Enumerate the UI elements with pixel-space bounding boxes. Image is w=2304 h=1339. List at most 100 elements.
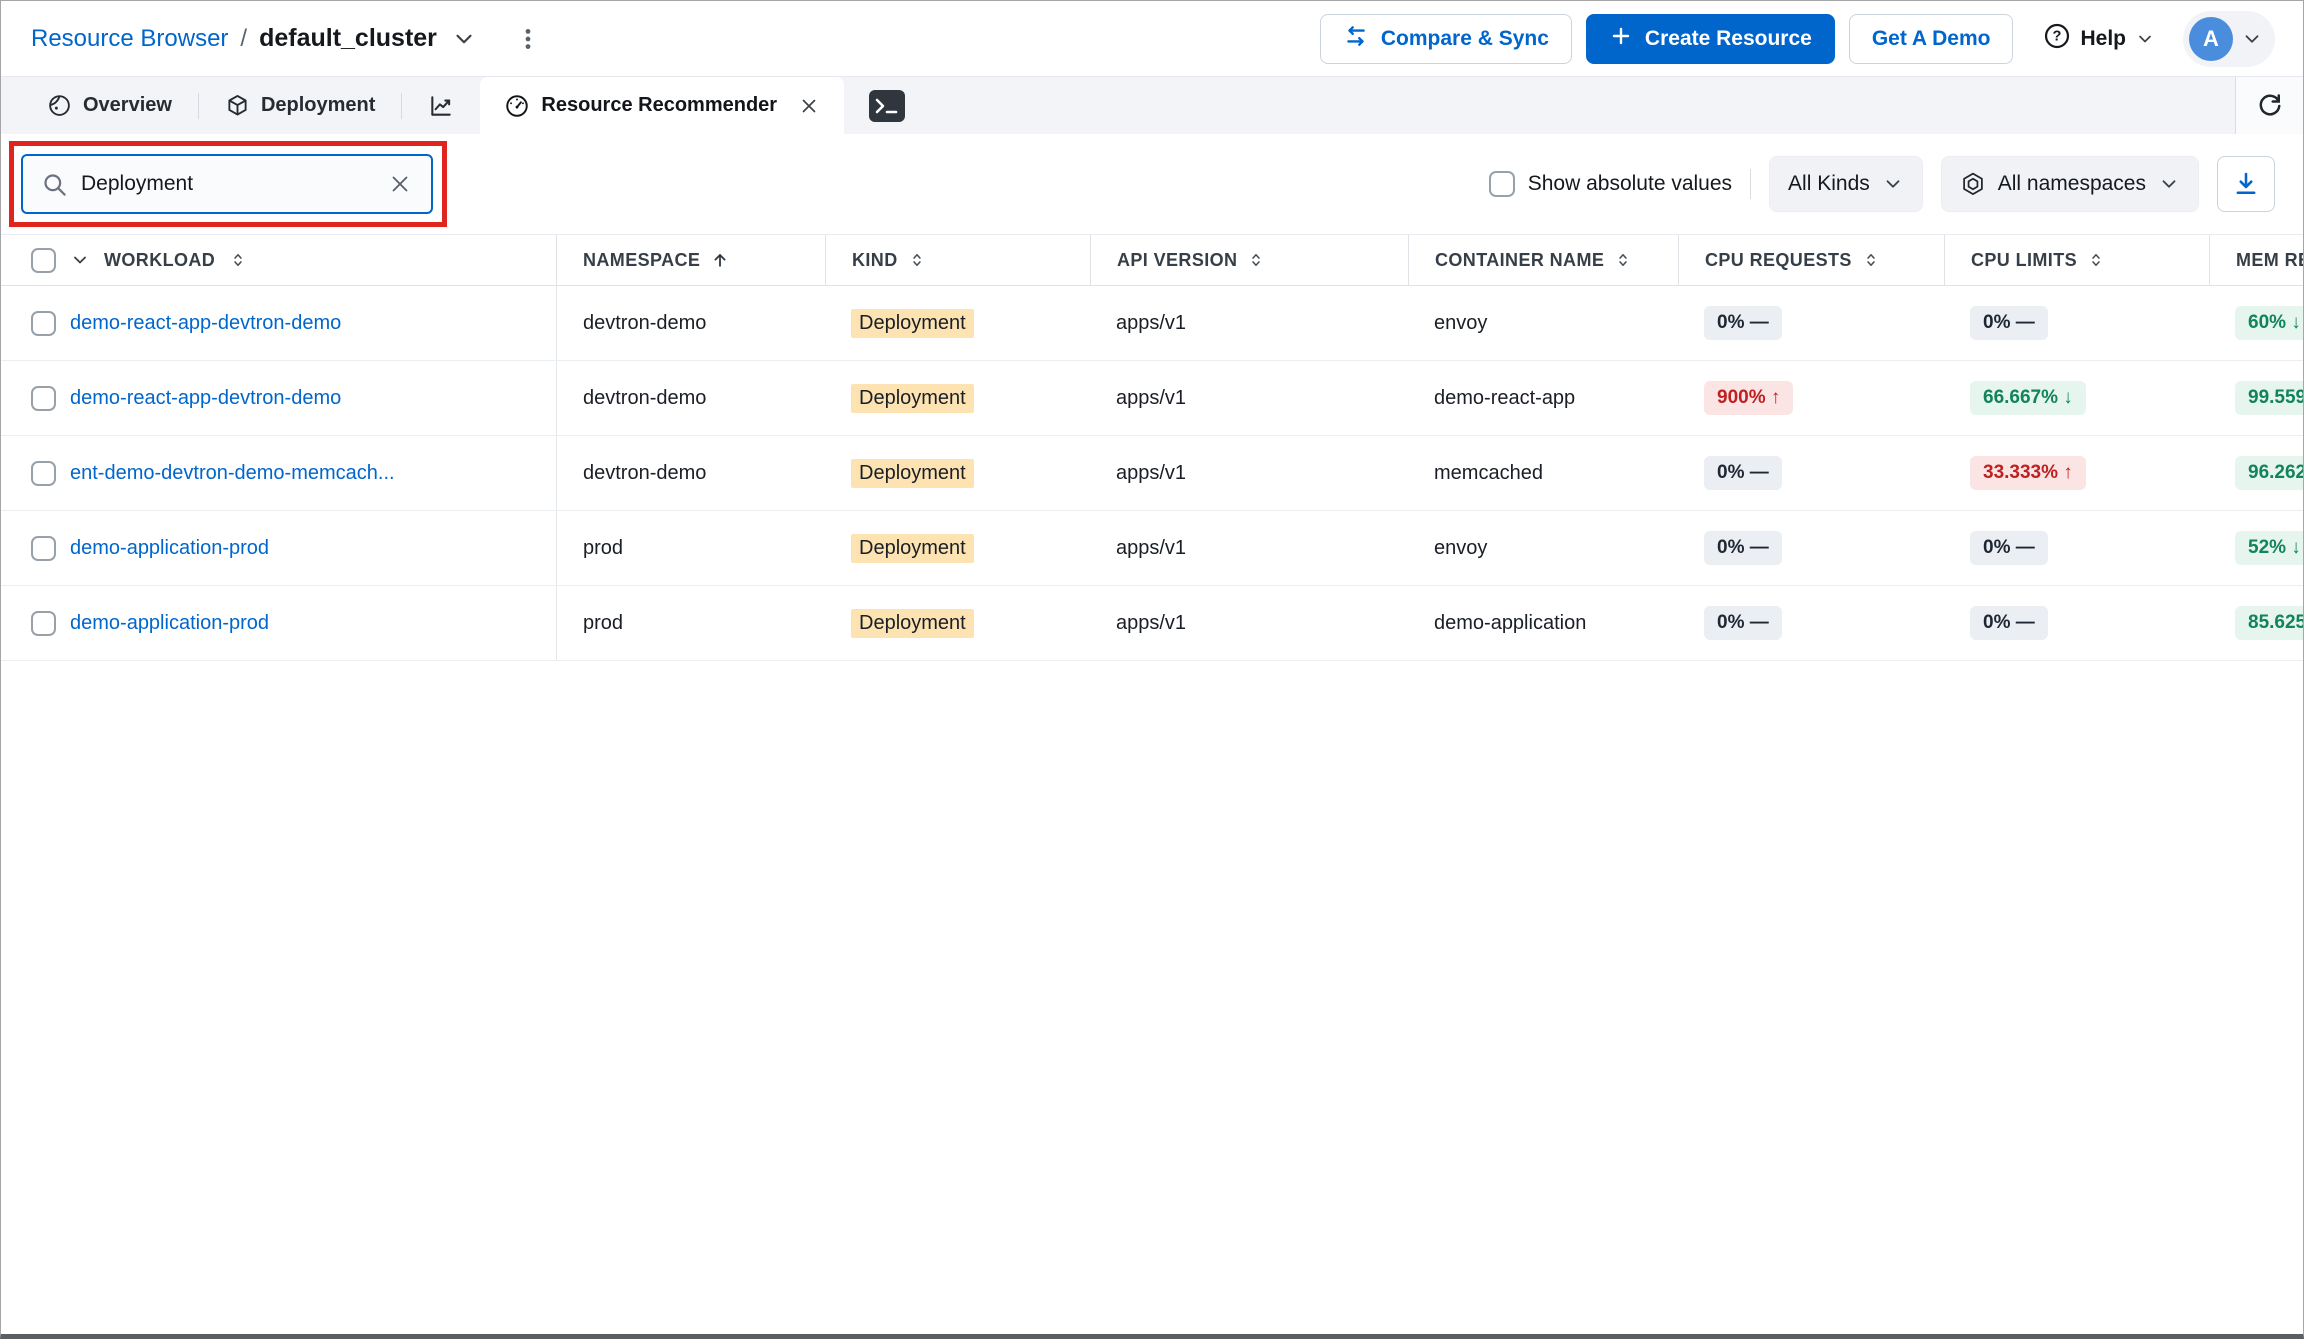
tab-deployment-label: Deployment — [260, 94, 376, 116]
container-name-value: envoy — [1434, 536, 1488, 559]
get-a-demo-button[interactable]: Get A Demo — [1848, 13, 2014, 64]
select-all-checkbox[interactable] — [31, 247, 56, 273]
column-label: CPU LIMITS — [1971, 249, 2077, 270]
column-label: API VERSION — [1117, 249, 1238, 270]
create-resource-button[interactable]: Create Resource — [1585, 13, 1835, 64]
tab-terminal[interactable] — [844, 77, 930, 134]
gauge-icon — [506, 94, 529, 117]
namespace-filter-dropdown[interactable]: All namespaces — [1940, 156, 2199, 212]
header-cell-mem-requests[interactable]: MEM REQUESTS — [2209, 235, 2303, 285]
api-version-value: apps/v1 — [1116, 311, 1187, 334]
row-checkbox[interactable] — [31, 385, 56, 411]
compare-sync-label: Compare & Sync — [1380, 26, 1549, 50]
header-cell-cpu-limits[interactable]: CPU LIMITS — [1944, 235, 2209, 285]
cluster-kebab-menu-icon[interactable] — [515, 26, 541, 52]
tab-resource-recommender-label: Resource Recommender — [541, 94, 778, 116]
cpu-limits-badge: 0% — — [1970, 606, 2048, 640]
compare-sync-button[interactable]: Compare & Sync — [1319, 13, 1572, 64]
sort-icon — [1252, 254, 1261, 266]
cpu-requests-badge: 0% — — [1704, 306, 1782, 340]
tab-deployment[interactable]: Deployment — [199, 77, 401, 134]
cube-icon — [228, 94, 247, 116]
table-row: demo-application-prod prod Deployment ap… — [1, 586, 2303, 661]
filters-toolbar: Show absolute values All Kinds All names… — [1, 134, 2303, 234]
cluster-switch-chevron-down-icon[interactable] — [451, 26, 477, 52]
cpu-requests-badge: 0% — — [1704, 606, 1782, 640]
table-row: demo-react-app-devtron-demo devtron-demo… — [1, 361, 2303, 436]
kind-filter-dropdown[interactable]: All Kinds — [1769, 156, 1923, 212]
download-csv-button[interactable] — [2217, 156, 2275, 212]
sort-icon — [234, 254, 242, 266]
help-chevron-down-icon — [2139, 35, 2151, 42]
api-version-value: apps/v1 — [1116, 536, 1187, 559]
tab-resource-recommender[interactable]: Resource Recommender — [480, 77, 845, 134]
mem-requests-badge: 85.625% — [2235, 606, 2303, 640]
table-row: demo-application-prod prod Deployment ap… — [1, 511, 2303, 586]
download-icon — [2236, 172, 2256, 195]
line-chart-icon — [431, 95, 452, 116]
header-cell-cpu-requests[interactable]: CPU REQUESTS — [1678, 235, 1944, 285]
search-box — [21, 154, 433, 214]
kind-value-highlighted: Deployment — [851, 533, 974, 563]
create-resource-label: Create Resource — [1644, 26, 1812, 50]
show-absolute-values-checkbox[interactable] — [1488, 171, 1515, 197]
row-checkbox[interactable] — [31, 310, 56, 336]
header-cell-workload[interactable]: WORKLOAD — [1, 235, 557, 285]
breadcrumb-resource-browser-link[interactable]: Resource Browser — [31, 25, 228, 53]
column-label: MEM REQUESTS — [2236, 249, 2303, 270]
sort-icon — [1867, 254, 1875, 266]
workload-link[interactable]: demo-application-prod — [70, 537, 269, 560]
terminal-icon — [869, 89, 906, 122]
row-checkbox[interactable] — [31, 460, 56, 486]
breadcrumb-separator: / — [240, 24, 248, 52]
select-menu-chevron-down-icon[interactable] — [70, 250, 90, 270]
recommendations-table: WORKLOAD NAMESPACE KIND API VERSION CONT… — [1, 234, 2303, 661]
workload-link[interactable]: ent-demo-devtron-demo-memcach... — [70, 462, 395, 485]
table-row: ent-demo-devtron-demo-memcach... devtron… — [1, 436, 2303, 511]
mem-requests-badge: 60% ↓ — [2235, 306, 2303, 340]
sort-icon — [912, 254, 921, 266]
search-input[interactable] — [81, 172, 374, 196]
workload-link[interactable]: demo-react-app-devtron-demo — [70, 387, 341, 410]
sorted-asc-icon — [714, 254, 726, 267]
cpu-requests-badge: 0% — — [1704, 531, 1782, 565]
cpu-requests-badge: 0% — — [1704, 456, 1782, 490]
row-checkbox[interactable] — [31, 610, 56, 636]
mem-requests-badge: 99.559% — [2235, 381, 2303, 415]
refresh-tabs-button[interactable] — [2235, 77, 2303, 134]
mem-requests-badge: 52% ↓ — [2235, 531, 2303, 565]
header-cell-api-version[interactable]: API VERSION — [1090, 235, 1408, 285]
show-absolute-values-toggle[interactable]: Show absolute values — [1488, 171, 1732, 197]
header-cell-kind[interactable]: KIND — [825, 235, 1090, 285]
workload-link[interactable]: demo-application-prod — [70, 612, 269, 635]
kind-filter-value: All Kinds — [1788, 172, 1870, 195]
header-cell-container-name[interactable]: CONTAINER NAME — [1408, 235, 1678, 285]
container-name-value: memcached — [1434, 461, 1543, 484]
row-checkbox[interactable] — [31, 535, 56, 561]
kind-filter-chevron-down-icon — [1886, 180, 1900, 188]
tab-close-icon[interactable] — [798, 95, 820, 117]
get-a-demo-label: Get A Demo — [1871, 26, 1991, 50]
resource-tab-bar: Overview Deployment Resource Recommender — [1, 77, 2303, 134]
help-icon: ? — [2043, 22, 2071, 56]
tab-monitoring[interactable] — [402, 77, 480, 134]
clear-search-icon[interactable] — [387, 171, 413, 197]
cpu-limits-badge: 33.333% ↑ — [1970, 456, 2086, 490]
namespace-value: prod — [583, 611, 624, 634]
tab-overview[interactable]: Overview — [21, 77, 198, 134]
cpu-requests-badge: 900% ↑ — [1704, 381, 1794, 415]
avatar: A — [2189, 16, 2233, 61]
refresh-icon — [2259, 93, 2280, 115]
svg-text:?: ? — [2053, 28, 2062, 44]
workload-link[interactable]: demo-react-app-devtron-demo — [70, 312, 341, 335]
breadcrumb-cluster-name: default_cluster — [259, 24, 437, 52]
help-label: Help — [2080, 26, 2126, 50]
user-menu[interactable]: A — [2183, 10, 2275, 67]
help-menu[interactable]: ? Help — [2043, 22, 2155, 56]
overview-icon — [49, 95, 70, 116]
header-cell-namespace[interactable]: NAMESPACE — [557, 235, 825, 285]
namespace-value: devtron-demo — [583, 311, 707, 334]
mem-requests-badge: 96.262% — [2235, 456, 2303, 490]
kind-value-highlighted: Deployment — [851, 458, 974, 488]
user-menu-chevron-down-icon — [2245, 34, 2259, 43]
